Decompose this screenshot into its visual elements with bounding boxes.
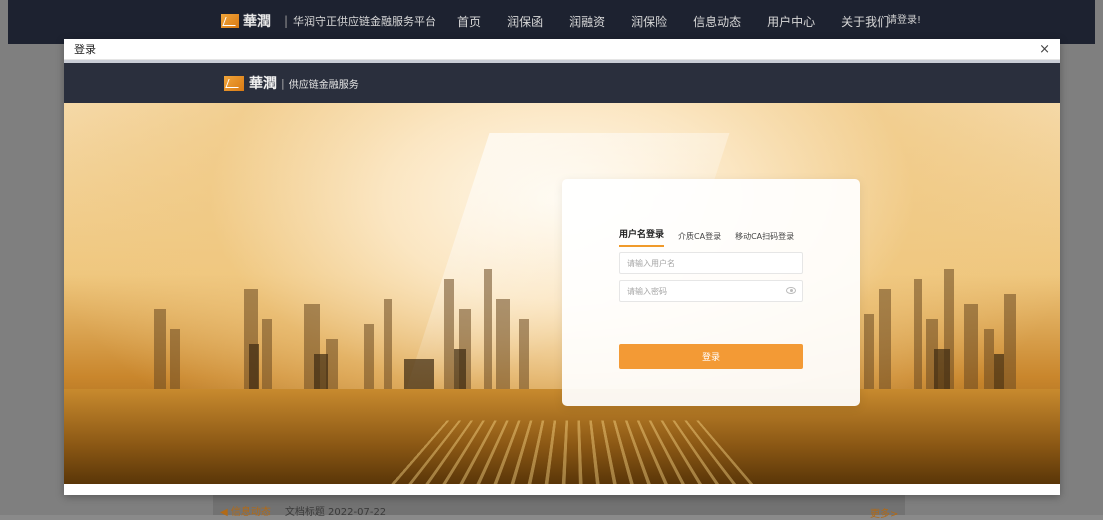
news-row: ◀ 信息动态 文档标题 2022-07-22 [220, 503, 386, 518]
news-tag: ◀ 信息动态 [220, 507, 271, 518]
username-input[interactable] [627, 258, 802, 268]
background-logo-text: 華潤 [243, 14, 271, 30]
dialog-title: 登录 [74, 43, 96, 56]
dialog-footer [64, 484, 1060, 495]
login-prompt-link[interactable]: 请登录! [887, 11, 921, 26]
background-topbar: 華潤 | 华润守正供应链金融服务平台 首页 润保函 润融资 润保险 信息动态 用… [8, 0, 1095, 44]
login-dialog: 登录 × 華潤 | 供应链金融服务 用户名登录 介质CA登录 移动CA扫码登录 … [64, 39, 1060, 495]
background-nav: 華潤 | 华润守正供应链金融服务平台 首页 润保函 润融资 润保险 信息动态 用… [221, 9, 902, 33]
news-item-link[interactable]: 文档标题 2022-07-22 [285, 503, 386, 518]
logo-icon [224, 75, 244, 91]
nav-item-insurance[interactable]: 润保险 [631, 13, 667, 30]
news-more-link[interactable]: 更多> [870, 505, 898, 520]
password-input[interactable] [627, 286, 802, 296]
header-divider: | [281, 76, 285, 90]
close-icon[interactable]: × [1039, 43, 1050, 56]
logo-divider: | [284, 14, 289, 28]
tab-username-login[interactable]: 用户名登录 [619, 227, 665, 247]
login-tabs: 用户名登录 介质CA登录 移动CA扫码登录 [619, 227, 794, 247]
nav-item-guarantee[interactable]: 润保函 [507, 13, 543, 30]
password-field [619, 280, 803, 302]
login-button[interactable]: 登录 [619, 344, 803, 369]
nav-item-home[interactable]: 首页 [457, 13, 481, 30]
dialog-header: 華潤 | 供应链金融服务 [64, 63, 1060, 103]
header-logo-text: 華潤 [249, 76, 277, 92]
login-card: 用户名登录 介质CA登录 移动CA扫码登录 登录 [562, 179, 860, 406]
nav-item-news[interactable]: 信息动态 [693, 13, 741, 30]
platform-name: 华润守正供应链金融服务平台 [293, 15, 437, 28]
nav-item-about[interactable]: 关于我们 [841, 13, 889, 30]
dialog-titlebar: 登录 × [64, 39, 1060, 60]
logo-icon [221, 14, 239, 28]
nav-item-financing[interactable]: 润融资 [569, 13, 605, 30]
header-service-name: 供应链金融服务 [288, 79, 359, 91]
eye-icon[interactable] [786, 287, 796, 294]
tab-mobile-ca-qr-login[interactable]: 移动CA扫码登录 [735, 231, 794, 247]
nav-item-user-center[interactable]: 用户中心 [767, 13, 815, 30]
username-field [619, 252, 803, 274]
background-logo: 華潤 [221, 11, 271, 31]
banner-image: 用户名登录 介质CA登录 移动CA扫码登录 登录 [64, 103, 1060, 484]
tab-media-ca-login[interactable]: 介质CA登录 [678, 231, 721, 247]
header-logo: 華潤 [224, 73, 277, 93]
